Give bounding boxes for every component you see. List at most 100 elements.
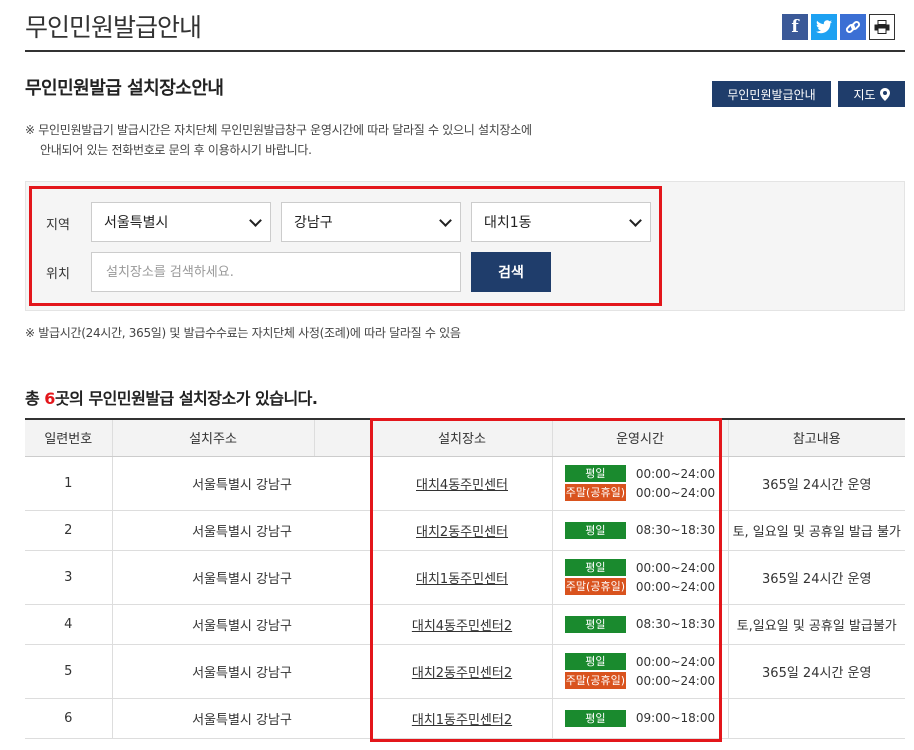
- printer-icon: [874, 20, 890, 34]
- header-note: 참고내용: [728, 418, 905, 457]
- chain-icon: [845, 20, 861, 34]
- hours-group: 평일 09:00~18:00: [564, 709, 716, 727]
- link-icon[interactable]: [840, 14, 866, 40]
- cell-address: 서울특별시 강남구: [112, 698, 373, 739]
- fee-notice: ※ 발급시간(24시간, 365일) 및 발급수수료는 자치단체 사정(조례)에…: [25, 326, 461, 340]
- hours-group: 평일 08:30~18:30: [564, 615, 716, 633]
- chevron-down-icon: [249, 214, 262, 227]
- cell-hours: 평일 08:30~18:30: [552, 510, 729, 551]
- header-address: 설치주소: [112, 418, 315, 457]
- header-hours: 운영시간: [552, 418, 729, 457]
- map-button-label: 지도: [853, 87, 876, 102]
- place-link[interactable]: 대치1동주민센터2: [412, 713, 512, 728]
- hours-group: 평일 00:00~24:00 주말(공휴일) 00:00~24:00: [564, 653, 716, 689]
- weekday-badge: 평일: [564, 465, 626, 482]
- cell-address: 서울특별시 강남구: [112, 604, 373, 645]
- cell-address: 서울특별시 강남구: [112, 644, 373, 699]
- issuance-notice: ※ 무인민원발급기 발급시간은 자치단체 무인민원발급창구 운영시간에 따라 달…: [25, 120, 532, 160]
- guide-button[interactable]: 무인민원발급안내: [712, 81, 831, 107]
- cell-note: [728, 698, 905, 739]
- sido-select[interactable]: 서울특별시: [91, 202, 271, 242]
- weekend-badge: 주말(공휴일): [564, 672, 626, 689]
- weekday-badge: 평일: [564, 709, 626, 727]
- share-toolbar: f: [782, 14, 895, 40]
- header-no: 일련번호: [25, 418, 113, 457]
- cell-note: 토,일요일 및 공휴일 발급불가: [728, 604, 905, 645]
- result-count-prefix: 총: [25, 389, 45, 408]
- title-divider: [25, 50, 905, 52]
- cell-note: 365일 24시간 운영: [728, 644, 905, 699]
- place-link[interactable]: 대치1동주민센터: [416, 572, 508, 587]
- hours-group: 평일 00:00~24:00 주말(공휴일) 00:00~24:00: [564, 559, 716, 595]
- weekday-badge: 평일: [564, 615, 626, 633]
- weekday-badge: 평일: [564, 521, 626, 539]
- sigungu-select[interactable]: 강남구: [281, 202, 461, 242]
- sido-value: 서울특별시: [104, 215, 169, 231]
- cell-hours: 평일 00:00~24:00 주말(공휴일) 00:00~24:00: [552, 644, 729, 699]
- place-link[interactable]: 대치4동주민센터: [416, 478, 508, 493]
- notice-line-2: 안내되어 있는 전화번호로 문의 후 이용하시기 바랍니다.: [40, 143, 312, 157]
- chevron-down-icon: [439, 214, 452, 227]
- place-link[interactable]: 대치2동주민센터2: [412, 666, 512, 681]
- weekday-hours: 09:00~18:00: [635, 711, 716, 725]
- cell-no: 3: [25, 550, 113, 605]
- cell-no: 2: [25, 510, 113, 551]
- cell-place: 대치1동주민센터2: [372, 698, 553, 739]
- table-header-row: 일련번호 설치주소 설치장소 운영시간 참고내용: [25, 418, 905, 457]
- hours-group: 평일 00:00~24:00 주말(공휴일) 00:00~24:00: [564, 465, 716, 501]
- cell-place: 대치2동주민센터: [372, 510, 553, 551]
- weekday-badge: 평일: [564, 653, 626, 670]
- place-link[interactable]: 대치2동주민센터: [416, 525, 508, 540]
- facebook-icon[interactable]: f: [782, 14, 808, 40]
- cell-place: 대치4동주민센터2: [372, 604, 553, 645]
- weekend-badge: 주말(공휴일): [564, 484, 626, 501]
- result-count-number: 6: [44, 389, 55, 408]
- cell-note: 365일 24시간 운영: [728, 456, 905, 511]
- map-pin-icon: [879, 87, 890, 101]
- table-row: 6 서울특별시 강남구 대치1동주민센터2 평일 09:00~18:00: [25, 698, 905, 739]
- weekend-hours: 00:00~24:00: [635, 485, 716, 500]
- cell-no: 1: [25, 456, 113, 511]
- search-button[interactable]: 검색: [471, 252, 551, 292]
- cell-address: 서울특별시 강남구: [112, 510, 373, 551]
- cell-note: 토, 일요일 및 공휴일 발급 불가: [728, 510, 905, 551]
- twitter-bird-icon: [816, 20, 832, 34]
- sigungu-value: 강남구: [294, 215, 333, 231]
- twitter-icon[interactable]: [811, 14, 837, 40]
- weekday-badge: 평일: [564, 559, 626, 576]
- cell-address: 서울특별시 강남구: [112, 456, 373, 511]
- place-link[interactable]: 대치4동주민센터2: [412, 619, 512, 634]
- notice-line-1: ※ 무인민원발급기 발급시간은 자치단체 무인민원발급창구 운영시간에 따라 달…: [25, 123, 532, 137]
- weekday-hours: 00:00~24:00: [635, 560, 716, 575]
- print-icon[interactable]: [869, 14, 895, 40]
- hours-group: 평일 08:30~18:30: [564, 521, 716, 539]
- cell-hours: 평일 00:00~24:00 주말(공휴일) 00:00~24:00: [552, 456, 729, 511]
- cell-no: 6: [25, 698, 113, 739]
- location-search-input[interactable]: [91, 252, 461, 292]
- weekend-badge: 주말(공휴일): [564, 578, 626, 595]
- weekday-hours: 00:00~24:00: [635, 654, 716, 669]
- map-button[interactable]: 지도: [838, 81, 905, 107]
- cell-hours: 평일 00:00~24:00 주말(공휴일) 00:00~24:00: [552, 550, 729, 605]
- table-row: 1 서울특별시 강남구 대치4동주민센터 평일 00:00~24:00 주말(공휴일) 00…: [25, 456, 905, 511]
- page-title: 무인민원발급안내: [25, 13, 202, 42]
- cell-place: 대치1동주민센터: [372, 550, 553, 605]
- result-count-suffix: 곳의 무인민원발급 설치장소가 있습니다.: [54, 389, 318, 408]
- region-label: 지역: [46, 218, 70, 233]
- location-label: 위치: [46, 267, 70, 282]
- weekend-hours: 00:00~24:00: [635, 579, 716, 594]
- weekend-hours: 00:00~24:00: [635, 673, 716, 688]
- dong-select[interactable]: 대치1동: [471, 202, 651, 242]
- cell-place: 대치2동주민센터2: [372, 644, 553, 699]
- chevron-down-icon: [629, 214, 642, 227]
- cell-hours: 평일 09:00~18:00: [552, 698, 729, 739]
- table-row: 4 서울특별시 강남구 대치4동주민센터2 평일 08:30~18:30 토,일요일 및 …: [25, 604, 905, 645]
- header-blank: [314, 418, 373, 457]
- weekday-hours: 08:30~18:30: [635, 617, 716, 631]
- weekday-hours: 08:30~18:30: [635, 523, 716, 537]
- cell-address: 서울특별시 강남구: [112, 550, 373, 605]
- cell-place: 대치4동주민센터: [372, 456, 553, 511]
- weekday-hours: 00:00~24:00: [635, 466, 716, 481]
- result-count: 총 6곳의 무인민원발급 설치장소가 있습니다.: [25, 385, 318, 409]
- table-row: 3 서울특별시 강남구 대치1동주민센터 평일 00:00~24:00 주말(공휴일) 00…: [25, 550, 905, 605]
